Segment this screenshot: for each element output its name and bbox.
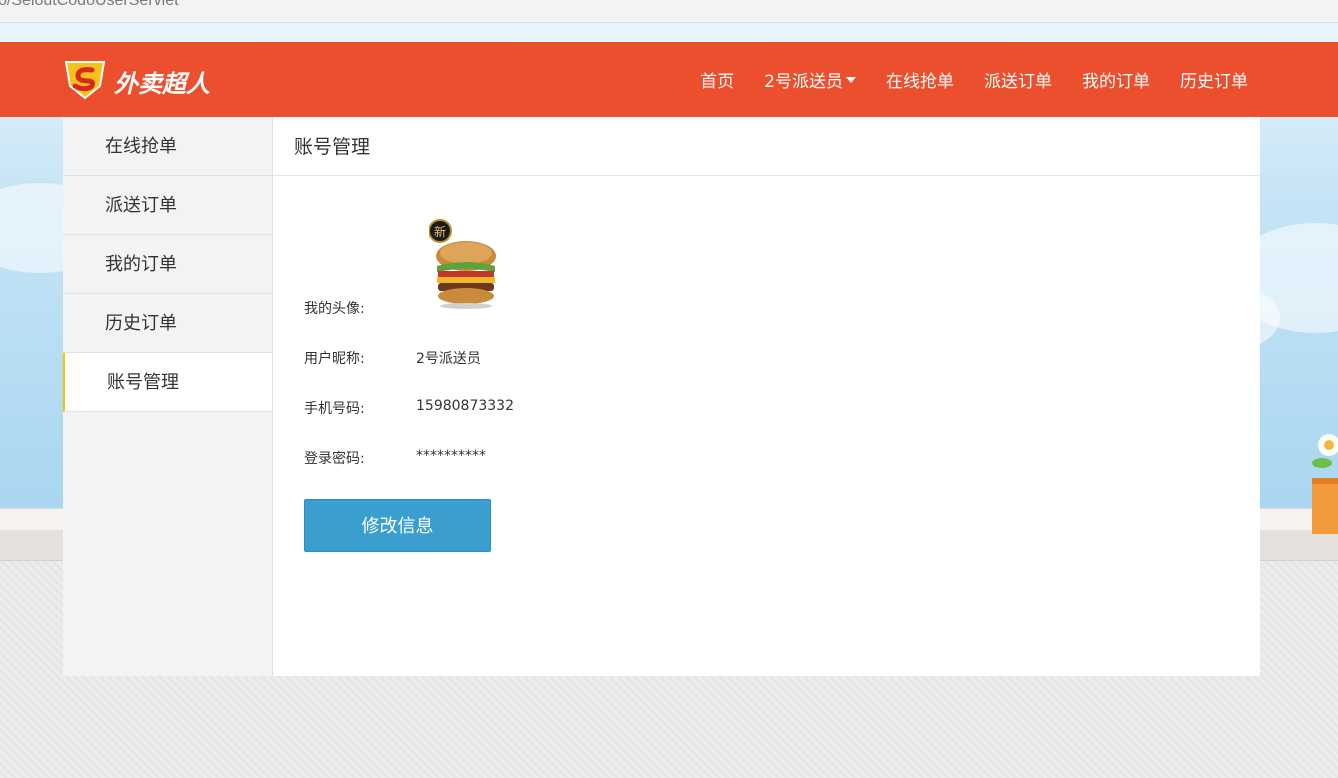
nav-home-label: 首页 — [700, 72, 735, 92]
main-panel: 在线抢单 派送订单 我的订单 历史订单 账号管理 账号管理 我的头像: 新 用户… — [63, 117, 1260, 676]
leaf-decoration — [1312, 458, 1332, 468]
flower-pot — [1312, 478, 1338, 534]
nav-my-orders[interactable]: 我的订单 — [1082, 67, 1150, 92]
nav-history-orders[interactable]: 历史订单 — [1180, 67, 1248, 92]
nav-user-dropdown[interactable]: 2号派送员 — [764, 67, 856, 92]
flower-center — [1324, 440, 1334, 450]
avatar-badge: 新 — [434, 224, 446, 239]
caret-down-icon — [846, 76, 856, 83]
password-value: ********** — [416, 448, 486, 464]
nav-delivery-orders[interactable]: 派送订单 — [984, 67, 1052, 92]
account-content: 账号管理 我的头像: 新 用户昵称: 2号派送员 手机号码: 159808733… — [273, 117, 1260, 676]
nav-online-grab[interactable]: 在线抢单 — [886, 67, 954, 92]
avatar-label: 我的头像: — [304, 301, 365, 317]
sidebar-item-account[interactable]: 账号管理 — [63, 353, 272, 412]
password-label: 登录密码: — [304, 451, 365, 467]
sidebar-item-history-orders[interactable]: 历史订单 — [63, 294, 272, 353]
nav-my-orders-label: 我的订单 — [1082, 72, 1150, 92]
sidebar: 在线抢单 派送订单 我的订单 历史订单 账号管理 — [63, 117, 273, 676]
nav-online-grab-label: 在线抢单 — [886, 72, 954, 92]
phone-value: 15980873332 — [416, 398, 514, 414]
nav-history-orders-label: 历史订单 — [1180, 72, 1248, 92]
nickname-label: 用户昵称: — [304, 351, 365, 367]
sidebar-item-my-orders[interactable]: 我的订单 — [63, 235, 272, 294]
nickname-value: 2号派送员 — [416, 351, 481, 367]
shield-logo-icon — [64, 61, 106, 100]
avatar[interactable]: 新 — [429, 214, 499, 312]
sidebar-item-delivery-orders[interactable]: 派送订单 — [63, 176, 272, 235]
sidebar-item-online-grab[interactable]: 在线抢单 — [63, 117, 272, 176]
nav-home[interactable]: 首页 — [700, 67, 734, 92]
nav-user-label: 2号派送员 — [764, 72, 843, 92]
page-title: 账号管理 — [273, 117, 1260, 176]
brand-name: 外卖超人 — [114, 70, 210, 98]
address-text: o/SeloutCodoUserServlet — [0, 0, 179, 9]
nav-delivery-orders-label: 派送订单 — [984, 72, 1052, 92]
edit-info-button[interactable]: 修改信息 — [304, 499, 491, 552]
brand-logo[interactable]: 外卖超人 — [62, 56, 232, 102]
browser-address-bar[interactable]: o/SeloutCodoUserServlet — [0, 0, 1338, 23]
phone-label: 手机号码: — [304, 401, 365, 417]
nav-links: 首页 2号派送员 在线抢单 派送订单 我的订单 历史订单 — [670, 42, 1248, 117]
top-navigation: 外卖超人 首页 2号派送员 在线抢单 派送订单 我的订单 历史订单 — [0, 42, 1338, 117]
